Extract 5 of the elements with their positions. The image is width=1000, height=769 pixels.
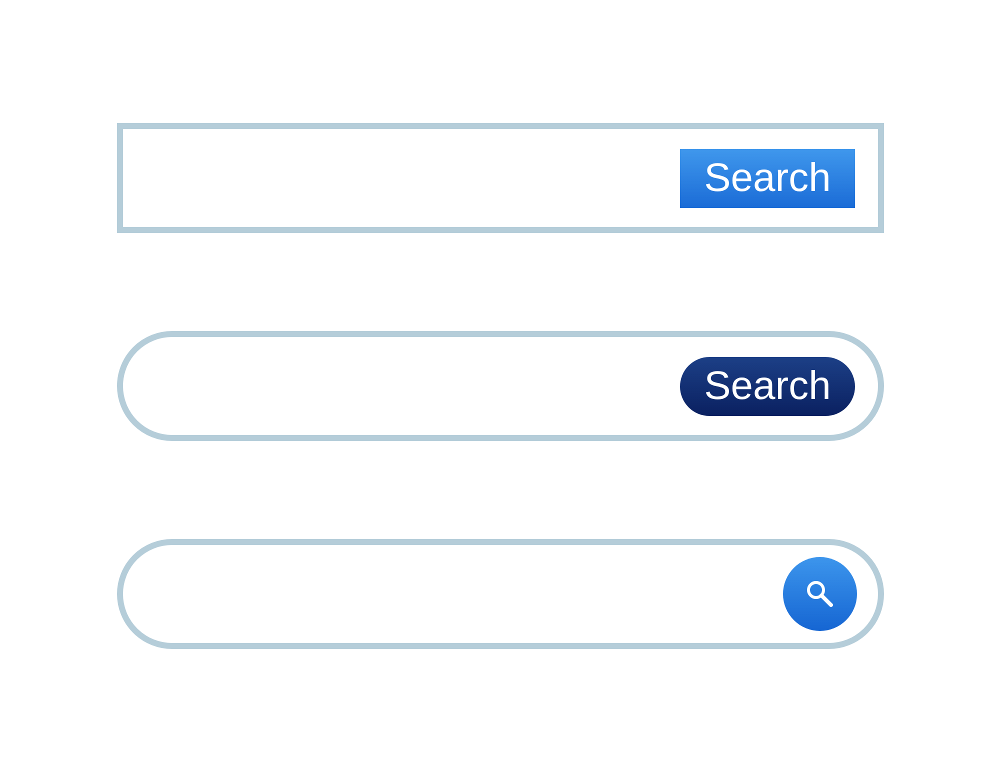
search-icon bbox=[804, 578, 836, 610]
search-field[interactable]: Search bbox=[117, 123, 884, 233]
search-field[interactable]: Search bbox=[117, 331, 884, 441]
search-button[interactable]: Search bbox=[680, 356, 855, 416]
search-button[interactable]: Search bbox=[680, 148, 855, 208]
